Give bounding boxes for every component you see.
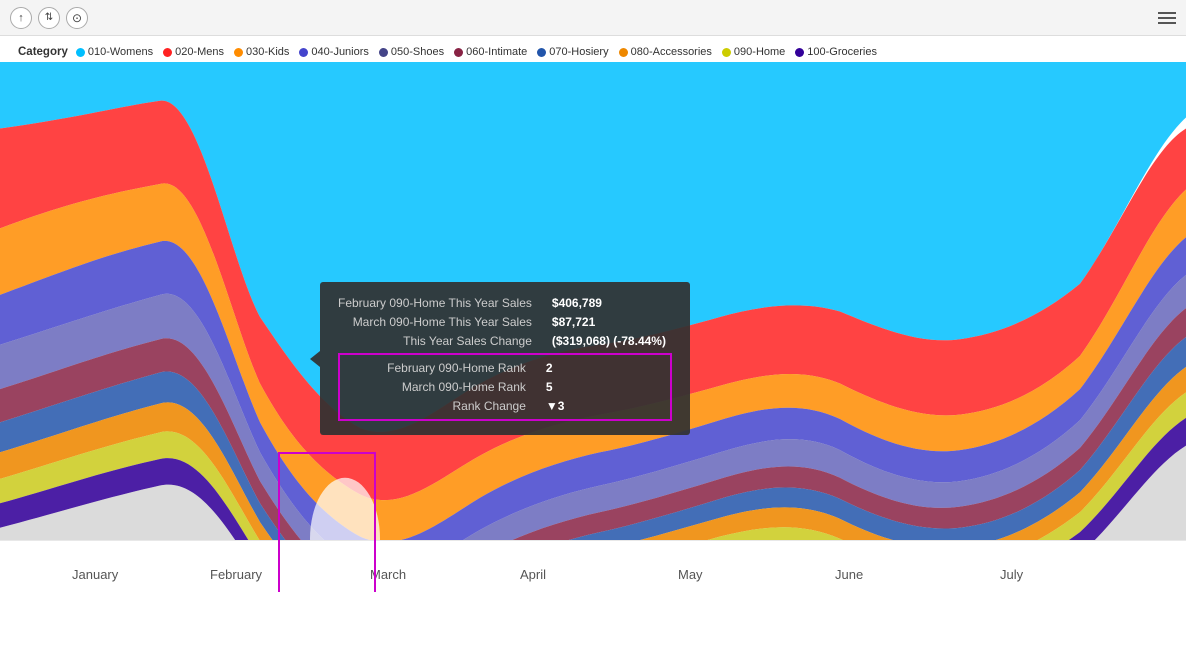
legend-item-label: 090-Home [734,46,785,58]
toolbar-buttons: ↑ ⇅ ⊙ [10,7,88,29]
legend-item-5: 060-Intimate [454,46,527,58]
legend-dot [299,48,308,57]
x-label-june: June [835,567,863,582]
legend-item-label: 030-Kids [246,46,289,58]
legend-dot [537,48,546,57]
legend-dot [163,48,172,57]
reset-button[interactable]: ⊙ [66,7,88,29]
legend-item-1: 020-Mens [163,46,224,58]
legend-dot [234,48,243,57]
tooltip-key-2: March 090-Home This Year Sales [338,315,532,329]
x-label-july: July [1000,567,1023,582]
legend-item-label: 040-Juniors [311,46,368,58]
tooltip-val-4: 2 [546,361,666,375]
toolbar: ↑ ⇅ ⊙ [0,0,1186,36]
tooltip-key-4: February 090-Home Rank [344,361,526,375]
tooltip-row-3: This Year Sales Change ($319,068) (-78.4… [338,334,672,348]
menu-button[interactable] [1158,12,1176,24]
tooltip-highlight-box: February 090-Home Rank 2 March 090-Home … [338,353,672,421]
x-label-february: February [210,567,262,582]
tooltip-row-2: March 090-Home This Year Sales $87,721 [338,315,672,329]
x-label-march: March [370,567,406,582]
legend-dot [722,48,731,57]
tooltip-key-1: February 090-Home This Year Sales [338,296,532,310]
tooltip-row-4: February 090-Home Rank 2 [344,361,666,375]
legend-item-4: 050-Shoes [379,46,444,58]
legend-item-2: 030-Kids [234,46,289,58]
x-label-january: January [72,567,118,582]
tooltip-arrow [310,351,320,367]
legend-dot [619,48,628,57]
x-label-april: April [520,567,546,582]
legend-item-0: 010-Womens [76,46,153,58]
tooltip: February 090-Home This Year Sales $406,7… [320,282,690,435]
swap-button[interactable]: ⇅ [38,7,60,29]
tooltip-val-1: $406,789 [552,296,672,310]
legend-dot [76,48,85,57]
tooltip-val-2: $87,721 [552,315,672,329]
tooltip-val-5: 5 [546,380,666,394]
undo-button[interactable]: ↑ [10,7,32,29]
tooltip-key-6: Rank Change [344,399,526,413]
tooltip-row-1: February 090-Home This Year Sales $406,7… [338,296,672,310]
tooltip-key-3: This Year Sales Change [338,334,532,348]
legend-item-7: 080-Accessories [619,46,712,58]
legend-label: Category [18,46,68,58]
legend-item-label: 060-Intimate [466,46,527,58]
tooltip-row-6: Rank Change ▼3 [344,399,666,413]
chart-area: February 090-Home This Year Sales $406,7… [0,62,1186,592]
legend-item-9: 100-Groceries [795,46,877,58]
legend: Category 010-Womens 020-Mens 030-Kids 040-Ju… [0,42,1186,62]
tooltip-row-5: March 090-Home Rank 5 [344,380,666,394]
legend-item-label: 100-Groceries [807,46,877,58]
legend-item-label: 070-Hosiery [549,46,608,58]
legend-dot [454,48,463,57]
legend-item-8: 090-Home [722,46,785,58]
tooltip-val-6: ▼3 [546,399,666,413]
legend-item-label: 020-Mens [175,46,224,58]
legend-item-label: 010-Womens [88,46,153,58]
tooltip-val-3: ($319,068) (-78.44%) [552,334,672,348]
legend-item-label: 080-Accessories [631,46,712,58]
x-label-may: May [678,567,703,582]
legend-item-6: 070-Hosiery [537,46,608,58]
x-axis [0,540,1186,592]
tooltip-key-5: March 090-Home Rank [344,380,526,394]
legend-dot [379,48,388,57]
legend-item-3: 040-Juniors [299,46,368,58]
legend-dot [795,48,804,57]
legend-item-label: 050-Shoes [391,46,444,58]
